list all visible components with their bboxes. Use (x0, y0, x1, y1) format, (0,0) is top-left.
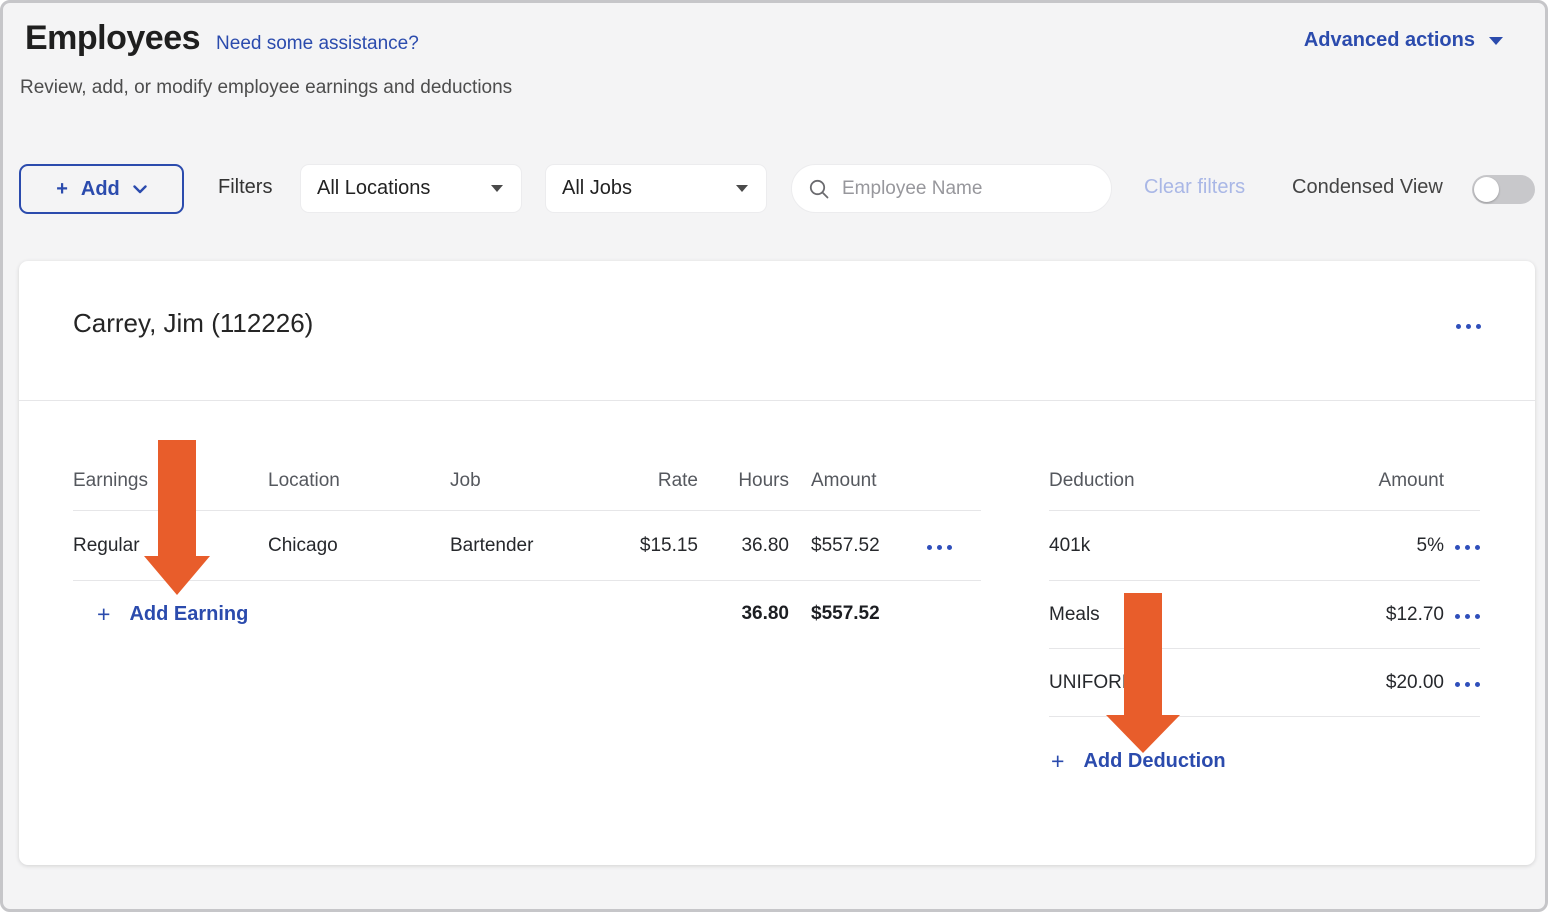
col-deduction-amount: Amount (1379, 470, 1444, 492)
card-divider (19, 400, 1535, 401)
earning-location: Chicago (268, 535, 450, 557)
location-filter-value: All Locations (317, 177, 430, 200)
deductions-footer-row: + Add Deduction (1049, 731, 1480, 791)
need-assistance-link[interactable]: Need some assistance? (216, 33, 419, 55)
condensed-view-label: Condensed View (1292, 176, 1443, 199)
page-subtitle: Review, add, or modify employee earnings… (20, 77, 512, 99)
deduction-row: 401k 5% (1049, 511, 1480, 581)
col-hours: Hours (698, 470, 789, 492)
deductions-header-row: Deduction Amount (1049, 451, 1480, 511)
deduction-row: UNIFORM $20.00 (1049, 649, 1480, 717)
filter-bar: + Add Filters All Locations All Jobs Cle… (3, 164, 1545, 214)
earnings-row-menu[interactable] (923, 537, 981, 555)
earnings-footer-row: + Add Earning 36.80 $557.52 (73, 581, 981, 647)
deduction-name: Meals (1049, 604, 1386, 626)
ellipsis-icon (1456, 324, 1481, 329)
deduction-amount: $20.00 (1386, 672, 1444, 694)
employee-card-menu[interactable] (1456, 316, 1481, 334)
employee-search[interactable] (791, 164, 1112, 213)
add-earning-label: Add Earning (129, 603, 248, 626)
col-location: Location (268, 470, 450, 492)
col-job: Job (450, 470, 616, 492)
col-rate: Rate (616, 470, 698, 492)
earnings-row: Regular Chicago Bartender $15.15 36.80 $… (73, 511, 981, 581)
earnings-header-row: Earnings Location Job Rate Hours Amount (73, 451, 981, 511)
deduction-amount: 5% (1417, 535, 1444, 557)
caret-down-icon (491, 185, 503, 192)
employee-search-input[interactable] (842, 178, 1082, 200)
deduction-row: Meals $12.70 (1049, 581, 1480, 649)
earning-type: Regular (73, 535, 268, 557)
advanced-actions-label: Advanced actions (1304, 29, 1475, 52)
ellipsis-icon (1455, 682, 1480, 687)
employee-card: Carrey, Jim (112226) Earnings Location J… (19, 261, 1535, 865)
plus-icon: + (97, 603, 110, 626)
caret-down-icon (1489, 37, 1503, 45)
ellipsis-icon (1455, 614, 1480, 619)
job-filter-dropdown[interactable]: All Jobs (545, 164, 767, 213)
caret-down-icon (736, 185, 748, 192)
earnings-total-amount: $557.52 (811, 603, 923, 625)
deduction-row-menu[interactable] (1455, 537, 1480, 555)
add-deduction-link[interactable]: + Add Deduction (1051, 750, 1226, 773)
deduction-amount: $12.70 (1386, 604, 1444, 626)
ellipsis-icon (1455, 545, 1480, 550)
deduction-name: 401k (1049, 535, 1417, 557)
deductions-table: Deduction Amount 401k 5% Meals $12.70 UN… (1049, 451, 1480, 791)
deduction-name: UNIFORM (1049, 672, 1386, 694)
page-title: Employees (25, 19, 200, 58)
earning-amount: $557.52 (811, 535, 923, 557)
add-earning-link[interactable]: + Add Earning (73, 603, 616, 626)
earnings-table: Earnings Location Job Rate Hours Amount … (73, 451, 981, 647)
job-filter-value: All Jobs (562, 177, 632, 200)
earnings-total-hours: 36.80 (698, 603, 789, 625)
col-amount: Amount (811, 470, 923, 492)
condensed-view-toggle[interactable] (1472, 175, 1535, 204)
ellipsis-icon (927, 545, 952, 550)
page-header: Employees Need some assistance? (25, 19, 419, 58)
location-filter-dropdown[interactable]: All Locations (300, 164, 522, 213)
plus-icon: + (56, 178, 68, 201)
col-deduction: Deduction (1049, 470, 1379, 492)
search-icon (808, 178, 830, 200)
add-button-label: Add (81, 178, 120, 201)
earning-hours: 36.80 (698, 535, 789, 557)
employees-page: Employees Need some assistance? Advanced… (0, 0, 1548, 912)
earning-rate: $15.15 (616, 535, 698, 557)
plus-icon: + (1051, 750, 1064, 773)
deduction-row-menu[interactable] (1455, 674, 1480, 692)
clear-filters-button[interactable]: Clear filters (1144, 176, 1245, 199)
col-earnings: Earnings (73, 470, 268, 492)
add-button[interactable]: + Add (19, 164, 184, 214)
add-deduction-label: Add Deduction (1083, 750, 1225, 773)
employee-name: Carrey, Jim (112226) (73, 308, 313, 339)
earning-job: Bartender (450, 535, 616, 557)
advanced-actions-dropdown[interactable]: Advanced actions (1304, 29, 1503, 52)
deduction-row-menu[interactable] (1455, 606, 1480, 624)
chevron-down-icon (133, 185, 147, 194)
toggle-knob (1474, 177, 1499, 202)
filters-label: Filters (218, 176, 272, 199)
